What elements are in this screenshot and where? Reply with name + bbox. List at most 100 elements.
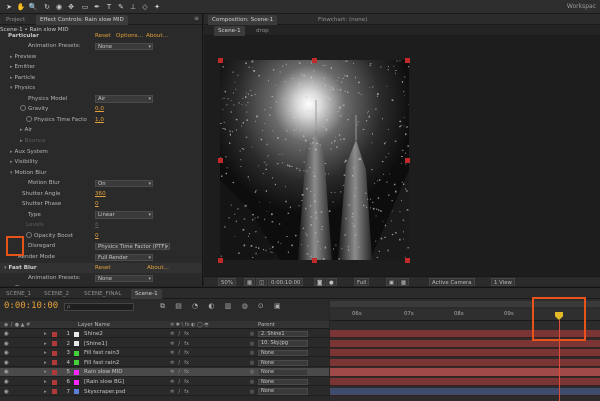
stopwatch-icon[interactable] <box>20 105 26 111</box>
pickwhip-icon[interactable]: ◎ <box>250 378 254 386</box>
parent-dropdown[interactable]: None <box>258 350 308 357</box>
effect-value[interactable]: 8 <box>95 220 99 231</box>
tab-flowchart[interactable]: Flowchart: (none) <box>314 15 371 25</box>
resolution-dropdown[interactable]: Full <box>354 278 369 286</box>
tab-scene-1-upper[interactable]: SCENE_1 <box>2 289 35 299</box>
parent-dropdown[interactable]: 2. Shine1 <box>258 331 308 338</box>
stopwatch-icon[interactable] <box>26 232 32 238</box>
subtab-drop[interactable]: drop <box>252 26 273 36</box>
layer-row[interactable]: ◉▸5Rain slow MID✲ / fx◎None <box>0 368 329 376</box>
layer-expand-icon[interactable]: ▸ <box>44 349 47 357</box>
tab-scene-final[interactable]: SCENE_FINAL <box>80 289 126 299</box>
zoom-tool-icon[interactable]: 🔍 <box>28 2 38 12</box>
pickwhip-icon[interactable]: ◎ <box>250 340 254 348</box>
layer-switches-icon[interactable]: ✲ / fx <box>170 330 189 338</box>
layer-label-color[interactable] <box>52 341 57 346</box>
effect-dropdown[interactable]: Air <box>95 95 153 103</box>
triangle-open-icon[interactable]: ▾ <box>10 85 13 91</box>
pickwhip-icon[interactable]: ◎ <box>250 359 254 367</box>
visibility-eye-icon[interactable]: ◉ <box>4 359 9 367</box>
corner-handle[interactable] <box>405 58 410 63</box>
layer-expand-icon[interactable]: ▸ <box>44 388 47 396</box>
corner-handle[interactable] <box>312 58 317 63</box>
rotate-tool-icon[interactable]: ↻ <box>42 2 52 12</box>
parent-dropdown[interactable]: None <box>258 379 308 386</box>
layer-switches-icon[interactable]: ✲ / fx <box>170 388 189 396</box>
layer-switches-icon[interactable]: ✲ / fx <box>170 368 189 376</box>
subtab-scene-1[interactable]: Scene-1 <box>214 26 245 36</box>
tab-scene-1[interactable]: Scene-1 <box>131 289 162 299</box>
layer-name[interactable]: Fill fast rain2 <box>84 359 119 367</box>
pan-behind-tool-icon[interactable]: ✥ <box>66 2 76 12</box>
timeline-timecode[interactable]: 0:00:10:00 <box>4 301 58 311</box>
pickwhip-icon[interactable]: ◎ <box>250 349 254 357</box>
effect-dropdown[interactable]: Linear <box>95 211 153 219</box>
layer-expand-icon[interactable]: ▸ <box>44 330 47 338</box>
effect-value[interactable]: 3,0 <box>95 284 104 286</box>
effect-value[interactable]: 0 <box>95 231 99 242</box>
layer-switches-icon[interactable]: ✲ / fx <box>170 378 189 386</box>
layer-expand-icon[interactable]: ▸ <box>44 378 47 386</box>
effect-value[interactable]: 0 <box>95 199 99 210</box>
layer-row[interactable]: ◉▸2[Shine1]✲ / fx◎10. Sky.jpg <box>0 340 329 348</box>
layer-label-color[interactable] <box>52 360 57 365</box>
corner-handle[interactable] <box>218 158 223 163</box>
layer-switches-icon[interactable]: ✲ / fx <box>170 359 189 367</box>
corner-handle[interactable] <box>312 258 317 263</box>
layer-bar[interactable] <box>330 388 600 396</box>
effect-value[interactable]: 360 <box>95 189 106 200</box>
triangle-closed-icon[interactable]: ▸ <box>20 138 23 144</box>
parent-dropdown[interactable]: None <box>258 360 308 367</box>
grid-icon[interactable]: ▦ <box>244 278 255 286</box>
triangle-open-icon[interactable]: ▾ <box>10 170 13 176</box>
triangle-closed-icon[interactable]: ▸ <box>10 159 13 165</box>
layer-bar[interactable] <box>330 378 600 386</box>
visibility-eye-icon[interactable]: ◉ <box>4 378 9 386</box>
views-dropdown[interactable]: 1 View <box>491 278 515 286</box>
timeline-switches[interactable]: ⧉ ▤ ◔ ◐ ▥ ◍ ⊙ ▣ <box>160 302 285 311</box>
camera-dropdown[interactable]: Active Camera <box>429 278 475 286</box>
visibility-eye-icon[interactable]: ◉ <box>4 388 9 396</box>
tab-composition[interactable]: Composition: Scene-1 <box>208 15 277 25</box>
workspace-label[interactable]: Workspac <box>567 3 596 10</box>
layer-row[interactable]: ◉▸1Shine2✲ / fx◎2. Shine1 <box>0 330 329 338</box>
pickwhip-icon[interactable]: ◎ <box>250 330 254 338</box>
pen-tool-icon[interactable]: ✒ <box>92 2 102 12</box>
layer-row[interactable]: ◉▸6[Rain slow BG]✲ / fx◎None <box>0 378 329 386</box>
visibility-eye-icon[interactable]: ◉ <box>4 349 9 357</box>
rectangle-tool-icon[interactable]: ▭ <box>80 2 90 12</box>
tab-scene-2[interactable]: SCENE_2 <box>40 289 73 299</box>
mask-icon[interactable]: ◫ <box>256 278 267 286</box>
tab-project[interactable]: Project <box>2 15 29 25</box>
panel-menu-icon[interactable]: ≡ <box>194 15 199 22</box>
visibility-eye-icon[interactable]: ◉ <box>4 368 9 376</box>
arrow-tool-icon[interactable]: ➤ <box>4 2 14 12</box>
layer-search-input[interactable]: ρ <box>64 303 134 311</box>
effect-dropdown[interactable]: None <box>95 275 153 283</box>
layer-name[interactable]: [Rain slow BG] <box>84 378 124 386</box>
layer-label-color[interactable] <box>52 351 57 356</box>
layer-expand-icon[interactable]: ▸ <box>44 368 47 376</box>
stamp-tool-icon[interactable]: ⊥ <box>128 2 138 12</box>
region-icon[interactable]: ▣ <box>386 278 397 286</box>
particular-reset-link[interactable]: Reset <box>95 33 111 40</box>
eraser-tool-icon[interactable]: ◇ <box>140 2 150 12</box>
transparency-grid-icon[interactable]: ▩ <box>398 278 409 286</box>
parent-header[interactable]: Parent <box>258 321 275 329</box>
triangle-closed-icon[interactable]: ▸ <box>10 64 13 70</box>
layer-name-header[interactable]: Layer Name <box>78 321 110 329</box>
parent-dropdown[interactable]: None <box>258 388 308 395</box>
triangle-closed-icon[interactable]: ▸ <box>10 75 13 81</box>
stopwatch-icon[interactable] <box>26 116 32 122</box>
corner-handle[interactable] <box>218 58 223 63</box>
effect-dropdown[interactable]: On <box>95 180 153 188</box>
effect-value[interactable]: 1,0 <box>95 115 104 126</box>
corner-handle[interactable] <box>218 258 223 263</box>
effect-value[interactable]: 0,0 <box>95 104 104 115</box>
parent-dropdown[interactable]: None <box>258 369 308 376</box>
particular-about-link[interactable]: About... <box>146 33 168 40</box>
snapshot-icon[interactable]: ◙ <box>314 278 325 286</box>
parent-dropdown[interactable]: 10. Sky.jpg <box>258 340 308 347</box>
brush-tool-icon[interactable]: ✎ <box>116 2 126 12</box>
layer-bar[interactable] <box>330 349 600 357</box>
